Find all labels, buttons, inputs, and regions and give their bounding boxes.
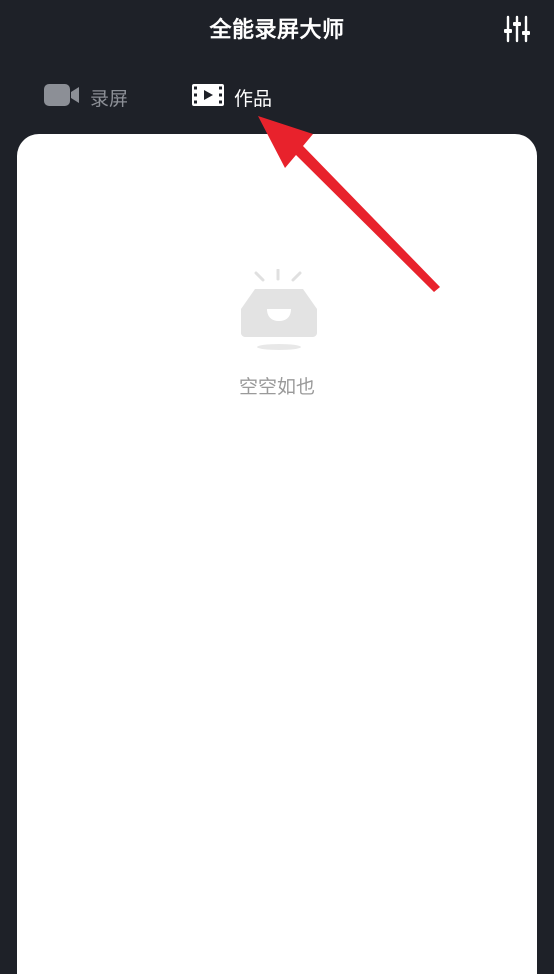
works-panel: 空空如也 <box>17 134 537 974</box>
tab-works-label: 作品 <box>234 87 273 110</box>
settings-button[interactable] <box>500 12 534 46</box>
tab-record[interactable]: 录屏 <box>44 74 128 120</box>
sliders-icon <box>504 15 530 43</box>
top-bar: 全能录屏大师 <box>0 0 554 56</box>
film-strip-icon <box>192 84 224 110</box>
video-camera-icon <box>44 84 80 110</box>
tab-works[interactable]: 作品 <box>192 74 272 120</box>
app-title: 全能录屏大师 <box>209 18 345 43</box>
tab-record-label: 录屏 <box>90 87 129 110</box>
tab-bar: 录屏 作品 <box>0 74 554 120</box>
empty-state-message: 空空如也 <box>238 376 315 398</box>
empty-tray-icon <box>239 268 319 351</box>
